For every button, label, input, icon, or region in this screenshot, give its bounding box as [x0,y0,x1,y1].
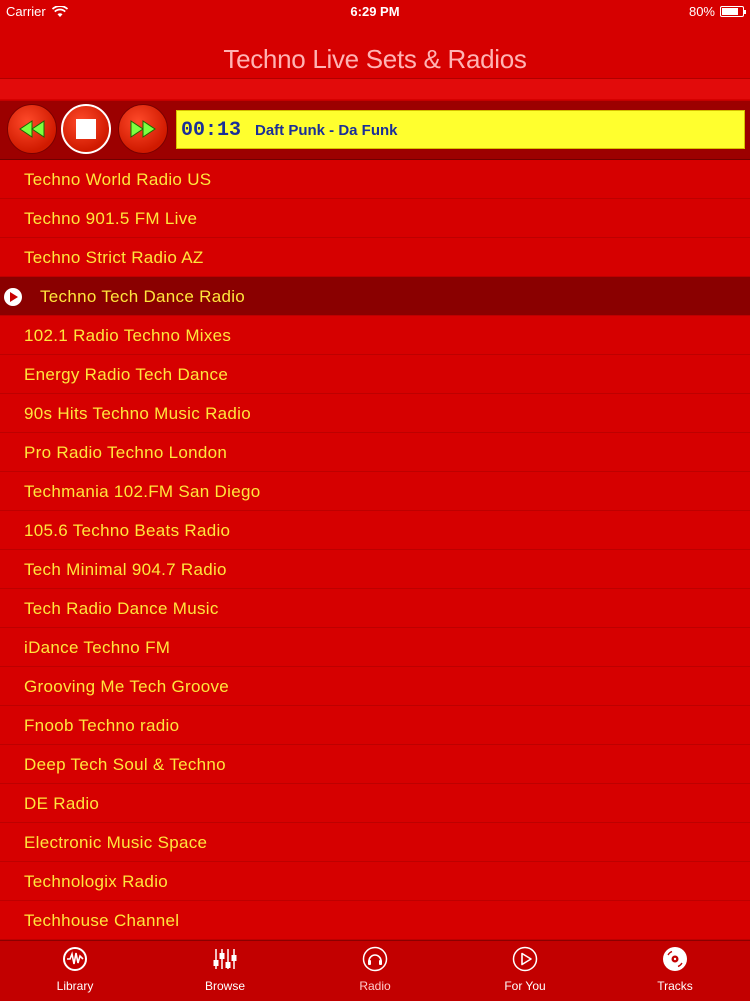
fast-forward-icon [130,120,156,138]
station-row[interactable]: Techno 901.5 FM Live [0,199,750,238]
station-row[interactable]: Techno World Radio US [0,160,750,199]
stop-icon [76,119,96,139]
station-row-active[interactable]: Techno Tech Dance Radio [0,277,750,316]
station-row[interactable]: Grooving Me Tech Groove [0,667,750,706]
playing-icon [4,288,22,306]
station-row[interactable]: Techno Strict Radio AZ [0,238,750,277]
play-circle-icon [512,946,538,972]
station-name: Techno World Radio US [24,170,212,189]
station-name: Techhouse Channel [24,911,180,930]
headphones-icon [362,946,388,972]
tab-label: For You [504,979,546,993]
tab-bar: Library Browse Radio For You Tracks [0,940,750,1001]
station-row[interactable]: Technologix Radio [0,862,750,901]
station-name: Tech Minimal 904.7 Radio [24,560,227,579]
station-name: iDance Techno FM [24,638,171,657]
station-row[interactable]: Techmania 102.FM San Diego [0,472,750,511]
battery-icon [720,6,746,17]
station-row[interactable]: Techhouse Channel [0,901,750,940]
tab-label: Library [56,979,94,993]
player-bar: 00:13 Daft Punk - Da Funk [0,100,750,160]
status-right: 80% [688,4,746,19]
battery-level [722,8,738,15]
station-row[interactable]: 105.6 Techno Beats Radio [0,511,750,550]
station-name: Fnoob Techno radio [24,716,180,735]
page-title: Techno Live Sets & Radios [223,44,527,74]
now-playing-title: Daft Punk - Da Funk [255,122,398,139]
station-name: Techmania 102.FM San Diego [24,482,261,501]
station-name: Techno 901.5 FM Live [24,209,198,228]
station-name: Techno Strict Radio AZ [24,248,204,267]
tab-library[interactable]: Library [0,941,150,1001]
tab-for-you[interactable]: For You [450,941,600,1001]
station-row[interactable]: Tech Radio Dance Music [0,589,750,628]
status-time: 6:29 PM [350,4,400,19]
station-list: Techno World Radio US Techno 901.5 FM Li… [0,160,750,940]
disc-icon [663,947,687,971]
title-divider [0,78,750,99]
station-row[interactable]: Fnoob Techno radio [0,706,750,745]
station-name: 105.6 Techno Beats Radio [24,521,231,540]
station-row[interactable]: Electronic Music Space [0,823,750,862]
library-icon [63,947,87,971]
station-row[interactable]: DE Radio [0,784,750,823]
stop-button[interactable] [61,104,111,154]
station-row[interactable]: 90s Hits Techno Music Radio [0,394,750,433]
status-bar: Carrier 6:29 PM 80% [0,0,750,22]
fast-forward-button[interactable] [118,104,168,154]
battery-percent: 80% [688,4,715,19]
tab-tracks[interactable]: Tracks [600,941,750,1001]
station-name: 90s Hits Techno Music Radio [24,404,251,423]
tab-label: Browse [204,979,245,993]
station-name: Electronic Music Space [24,833,208,852]
equalizer-icon [213,949,237,969]
tab-radio[interactable]: Radio [300,941,450,1001]
station-name: Tech Radio Dance Music [24,599,219,618]
station-name: DE Radio [24,794,100,813]
now-playing-display: 00:13 Daft Punk - Da Funk [176,110,745,149]
station-row[interactable]: Energy Radio Tech Dance [0,355,750,394]
station-row[interactable]: Pro Radio Techno London [0,433,750,472]
station-name: Deep Tech Soul & Techno [24,755,226,774]
station-row[interactable]: Tech Minimal 904.7 Radio [0,550,750,589]
rewind-button[interactable] [7,104,57,154]
station-name: 102.1 Radio Techno Mixes [24,326,232,345]
station-name: Grooving Me Tech Groove [24,677,230,696]
station-name: Techno Tech Dance Radio [40,287,246,306]
elapsed-time: 00:13 [181,119,242,142]
tab-browse[interactable]: Browse [150,941,300,1001]
station-name: Pro Radio Techno London [24,443,228,462]
station-row[interactable]: 102.1 Radio Techno Mixes [0,316,750,355]
station-row[interactable]: iDance Techno FM [0,628,750,667]
tab-label: Radio [359,979,391,993]
station-name: Technologix Radio [24,872,169,891]
station-name: Energy Radio Tech Dance [24,365,229,384]
station-row[interactable]: Deep Tech Soul & Techno [0,745,750,784]
rewind-icon [19,120,45,138]
tab-label: Tracks [657,979,693,993]
